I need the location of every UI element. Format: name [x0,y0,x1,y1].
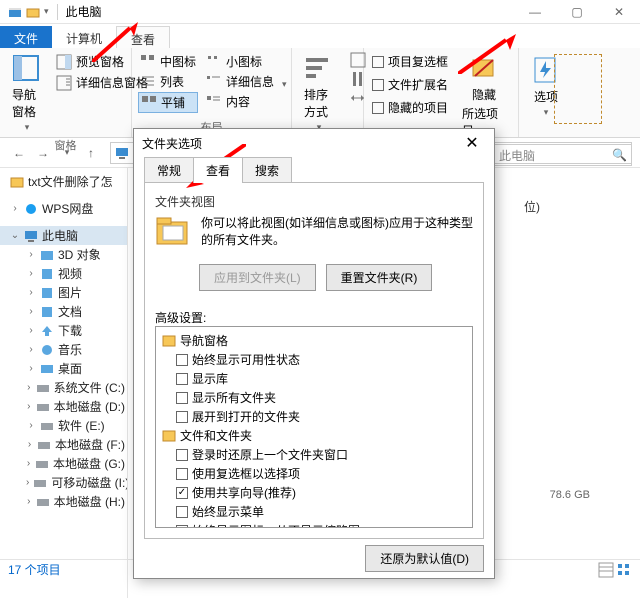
sort-button[interactable]: 排序方式▾ [298,52,340,135]
nav-tree[interactable]: txt文件删除了怎 ›WPS网盘 ⌄此电脑 ›3D 对象›视频›图片›文档›下载… [0,168,128,598]
content-fragment: 位) [524,198,540,215]
layout-list[interactable]: 列表 [138,72,198,91]
dialog-close-button[interactable]: ✕ [458,133,486,153]
dlg-tab-general[interactable]: 常规 [144,157,194,183]
icons-view-icon[interactable] [616,562,632,578]
advanced-label: 高级设置: [155,309,473,326]
tree-item[interactable]: ›软件 (E:) [0,416,127,435]
tree-item[interactable]: ›可移动磁盘 (I:) [0,473,127,492]
adv-setting-item[interactable]: ✓使用共享向导(推荐) [162,483,466,502]
layout-more[interactable]: ▾ [282,79,287,90]
capacity-text: 78.6 GB [550,489,590,501]
adv-setting-item[interactable]: 始终显示菜单 [162,502,466,521]
search-placeholder: 此电脑 [499,147,535,164]
nav-pane-button[interactable]: 导航窗格 ▾ [6,52,48,135]
dialog-title: 文件夹选项 [142,135,202,152]
tree-item[interactable]: ›桌面 [0,359,127,378]
adv-setting-item[interactable]: 始终显示可用性状态 [162,350,466,369]
tree-item[interactable]: ›本地磁盘 (D:) [0,397,127,416]
tree-item[interactable]: txt文件删除了怎 [0,172,127,191]
dlg-tab-view[interactable]: 查看 [193,157,243,183]
qat-dropdown[interactable]: ▾ [44,6,49,17]
options-button[interactable]: 选项▾ [525,52,567,121]
advanced-settings-tree[interactable]: 导航窗格 始终显示可用性状态显示库显示所有文件夹展开到打开的文件夹 文件和文件夹… [155,326,473,528]
maximize-button[interactable]: ▢ [556,0,598,24]
adv-setting-item[interactable]: 登录时还原上一个文件夹窗口 [162,445,466,464]
close-button[interactable]: ✕ [598,0,640,24]
check-extensions[interactable]: 文件扩展名 [370,75,450,94]
up-button[interactable]: ↑ [80,142,102,164]
adv-setting-item[interactable]: 显示所有文件夹 [162,388,466,407]
minimize-button[interactable]: — [514,0,556,24]
adv-setting-item[interactable]: 始终显示图标，从不显示缩略图 [162,521,466,528]
ribbon: 导航窗格 ▾ 预览窗格 详细信息窗格 窗格 中图标 列表 平铺 小图标 详细信息… [0,48,640,138]
layout-small-icons[interactable]: 小图标 [204,52,276,71]
status-count: 17 个项目 [8,561,61,578]
section-desc: 你可以将此视图(如详细信息或图标)应用于这种类型的所有文件夹。 [201,214,473,248]
tree-item[interactable]: ›本地磁盘 (G:) [0,454,127,473]
layout-details[interactable]: 详细信息 [204,72,276,91]
folder-art-icon [155,214,191,250]
tree-item[interactable]: ›3D 对象 [0,245,127,264]
tab-file[interactable]: 文件 [0,26,52,48]
reset-folders-button[interactable]: 重置文件夹(R) [326,264,433,291]
forward-button[interactable]: → [32,142,54,164]
tree-item[interactable]: ›图片 [0,283,127,302]
tree-item[interactable]: ›本地磁盘 (F:) [0,435,127,454]
adv-setting-item[interactable]: 展开到打开的文件夹 [162,407,466,426]
recent-dropdown[interactable]: ▾ [56,142,78,164]
cat-nav: 导航窗格 [162,331,466,350]
tab-computer[interactable]: 计算机 [52,26,116,48]
back-button[interactable]: ← [8,142,30,164]
adv-setting-item[interactable]: 使用复选框以选择项 [162,464,466,483]
details-view-icon[interactable] [598,562,614,578]
dlg-tab-search[interactable]: 搜索 [242,157,292,183]
pc-icon [115,146,129,160]
tree-item[interactable]: ›音乐 [0,340,127,359]
tree-item-thispc[interactable]: ⌄此电脑 [0,226,127,245]
search-icon: 🔍 [612,148,627,162]
section-label: 文件夹视图 [155,193,473,214]
ribbon-tabs: 文件 计算机 查看 [0,24,640,48]
adv-setting-item[interactable]: 显示库 [162,369,466,388]
tab-view[interactable]: 查看 [116,26,170,48]
layout-tiles[interactable]: 平铺 [138,92,198,113]
layout-content[interactable]: 内容 [204,92,276,111]
tree-item[interactable]: ›视频 [0,264,127,283]
window-titlebar: ▾ 此电脑 — ▢ ✕ [0,0,640,24]
tree-item-wps[interactable]: ›WPS网盘 [0,199,127,218]
cat-ff: 文件和文件夹 [162,426,466,445]
window-title-text: 此电脑 [66,3,102,20]
tree-item[interactable]: ›本地磁盘 (H:) [0,492,127,511]
folder-options-dialog: 文件夹选项 ✕ 常规 查看 搜索 文件夹视图 你可以将此视图(如详细信息或图标)… [133,128,495,579]
apply-to-folders-button[interactable]: 应用到文件夹(L) [199,264,316,291]
layout-medium-icons[interactable]: 中图标 [138,52,198,71]
tree-item[interactable]: ›文档 [0,302,127,321]
restore-defaults-button[interactable]: 还原为默认值(D) [365,545,484,572]
check-hidden[interactable]: 隐藏的项目 [370,98,450,117]
tree-item[interactable]: ›下载 [0,321,127,340]
folder-icon [26,5,40,19]
tree-item[interactable]: ›系统文件 (C:) [0,378,127,397]
check-item-checkboxes[interactable]: 项目复选框 [370,52,450,71]
search-input[interactable]: 此电脑 🔍 [494,144,632,166]
sysmenu-icon[interactable] [8,5,22,19]
